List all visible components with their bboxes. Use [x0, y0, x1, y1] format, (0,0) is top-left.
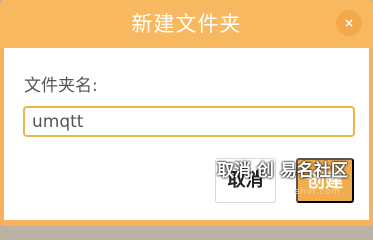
close-button[interactable]: ×: [336, 10, 362, 36]
cancel-button[interactable]: 取消: [215, 158, 276, 203]
folder-name-label: 文件夹名:: [24, 76, 98, 96]
create-button[interactable]: 创建: [296, 158, 354, 203]
dialog-header: 新建文件夹 ×: [0, 0, 373, 48]
folder-name-input[interactable]: [23, 106, 355, 137]
close-icon: ×: [343, 16, 355, 30]
dialog-body: 文件夹名: 取消 创建: [4, 48, 369, 220]
dialog-title: 新建文件夹: [131, 12, 242, 36]
new-folder-dialog: 新建文件夹 × 文件夹名: 取消 创建 取消 创 易名社区 ehot.com: [0, 0, 373, 226]
